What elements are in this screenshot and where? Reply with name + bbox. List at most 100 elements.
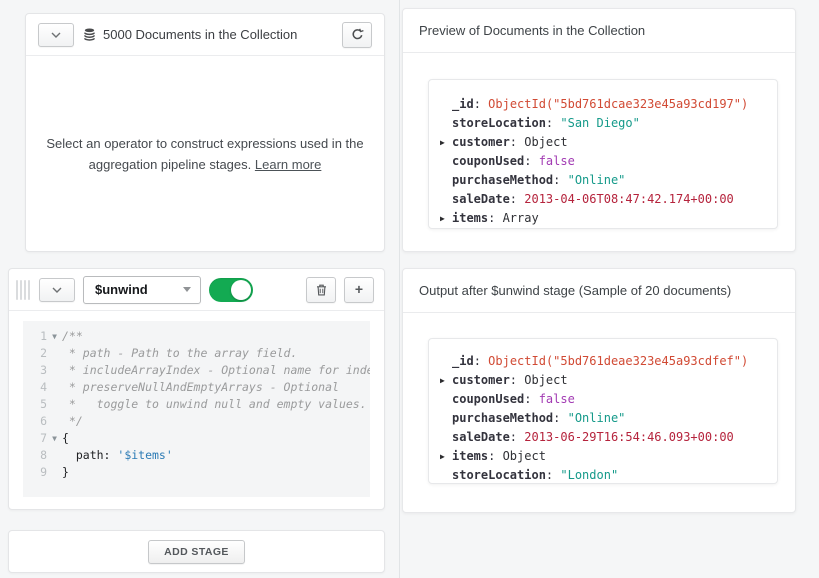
- stage-code-editor[interactable]: 1▼/**2 * path - Path to the array field.…: [23, 321, 370, 497]
- code-line: 9}: [23, 464, 370, 481]
- field-colon: :: [553, 409, 567, 428]
- preview-column: Preview of Documents in the Collection _…: [401, 0, 819, 578]
- code-segment: */: [62, 414, 83, 428]
- preview-panel: Preview of Documents in the Collection _…: [402, 8, 796, 252]
- document-field: ▶customer: Object: [438, 371, 769, 390]
- field-key: saleDate: [452, 190, 510, 209]
- document-field: storeLocation: "San Diego": [438, 114, 769, 133]
- code-text: {: [62, 430, 69, 447]
- source-collection-header: 5000 Documents in the Collection: [26, 14, 384, 56]
- output-panel-title: Output after $unwind stage (Sample of 20…: [403, 269, 795, 313]
- field-value: Object: [524, 371, 567, 390]
- field-value: "London": [560, 466, 618, 484]
- stage-operator-value: $unwind: [95, 282, 148, 297]
- drag-handle-icon[interactable]: [15, 278, 31, 302]
- document-field: couponUsed: false: [438, 390, 769, 409]
- caret-spacer: [438, 152, 452, 171]
- expand-caret-icon[interactable]: ▶: [438, 133, 452, 152]
- caret-spacer: [438, 428, 452, 447]
- field-value: Object: [524, 133, 567, 152]
- field-value: Object: [503, 447, 546, 466]
- field-colon: :: [488, 447, 502, 466]
- document-field: storeLocation: "London": [438, 466, 769, 484]
- delete-stage-button[interactable]: [306, 277, 336, 303]
- fold-caret-icon[interactable]: ▼: [47, 328, 62, 345]
- learn-more-link[interactable]: Learn more: [255, 157, 321, 172]
- field-colon: :: [524, 152, 538, 171]
- code-text: /**: [62, 328, 83, 345]
- code-text: */: [62, 413, 83, 430]
- stage-enabled-toggle[interactable]: [209, 278, 253, 302]
- code-segment: /**: [62, 329, 83, 343]
- code-text: * includeArrayIndex - Optional name for …: [62, 362, 370, 379]
- caret-down-icon: [183, 287, 191, 292]
- field-key: _id: [452, 95, 474, 114]
- fold-spacer: [47, 464, 62, 481]
- field-value: false: [539, 390, 575, 409]
- output-document: _id: ObjectId("5bd761deae323e45a93cdfef"…: [428, 338, 778, 484]
- field-value: ObjectId("5bd761deae323e45a93cdfef"): [488, 352, 748, 371]
- code-line: 7▼{: [23, 430, 370, 447]
- fold-caret-icon[interactable]: ▼: [47, 430, 62, 447]
- code-segment: }: [62, 465, 69, 479]
- add-stage-card: ADD STAGE: [8, 530, 385, 573]
- stage-collapse-button[interactable]: [39, 278, 75, 302]
- field-key: storeLocation: [452, 114, 546, 133]
- field-value: Array: [503, 209, 539, 228]
- caret-spacer: [438, 352, 452, 371]
- document-field: saleDate: 2013-06-29T16:54:46.093+00:00: [438, 428, 769, 447]
- code-text: path: '$items': [62, 447, 173, 464]
- code-segment: {: [62, 431, 69, 445]
- code-line: 6 */: [23, 413, 370, 430]
- field-colon: :: [510, 133, 524, 152]
- fold-spacer: [47, 447, 62, 464]
- line-number: 1: [23, 328, 47, 345]
- chevron-down-icon: [52, 287, 62, 293]
- field-key: couponUsed: [452, 390, 524, 409]
- code-text: * path - Path to the array field.: [62, 345, 297, 362]
- code-text: }: [62, 464, 69, 481]
- source-collection-body: Select an operator to construct expressi…: [26, 57, 384, 251]
- expand-caret-icon[interactable]: ▶: [438, 371, 452, 390]
- document-field: _id: ObjectId("5bd761dcae323e45a93cd197"…: [438, 95, 769, 114]
- caret-spacer: [438, 114, 452, 133]
- document-field: couponUsed: false: [438, 152, 769, 171]
- add-stage-button[interactable]: ADD STAGE: [148, 540, 245, 564]
- caret-spacer: [438, 466, 452, 484]
- field-key: couponUsed: [452, 152, 524, 171]
- document-field: purchaseMethod: "Online": [438, 171, 769, 190]
- refresh-icon: [351, 28, 364, 41]
- chevron-down-icon: [51, 32, 61, 38]
- stage-operator-select[interactable]: $unwind: [83, 276, 201, 304]
- document-field: _id: ObjectId("5bd761deae323e45a93cdfef"…: [438, 352, 769, 371]
- field-value: false: [539, 152, 575, 171]
- plus-icon: +: [355, 282, 363, 296]
- line-number: 5: [23, 396, 47, 413]
- fold-spacer: [47, 379, 62, 396]
- code-text: * toggle to unwind null and empty values…: [62, 396, 367, 413]
- field-value: "San Diego": [560, 114, 639, 133]
- field-key: purchaseMethod: [452, 171, 553, 190]
- field-value: "Online": [568, 409, 626, 428]
- code-segment: '$items': [117, 448, 172, 462]
- code-segment: * includeArrayIndex - Optional name for …: [62, 363, 370, 377]
- code-segment: * toggle to unwind null and empty values…: [62, 397, 367, 411]
- caret-spacer: [438, 409, 452, 428]
- line-number: 8: [23, 447, 47, 464]
- code-line: 1▼/**: [23, 328, 370, 345]
- code-segment: path:: [62, 448, 117, 462]
- expand-caret-icon[interactable]: ▶: [438, 447, 452, 466]
- field-value: ObjectId("5bd761dcae323e45a93cd197"): [488, 95, 748, 114]
- collapse-button[interactable]: [38, 23, 74, 47]
- field-colon: :: [510, 428, 524, 447]
- field-key: items: [452, 209, 488, 228]
- refresh-button[interactable]: [342, 22, 372, 48]
- document-field: ▶items: Array: [438, 209, 769, 228]
- field-colon: :: [488, 209, 502, 228]
- caret-spacer: [438, 171, 452, 190]
- preview-panel-title: Preview of Documents in the Collection: [403, 9, 795, 53]
- field-colon: :: [524, 390, 538, 409]
- expand-caret-icon[interactable]: ▶: [438, 209, 452, 228]
- add-stage-after-button[interactable]: +: [344, 277, 374, 303]
- code-line: 5 * toggle to unwind null and empty valu…: [23, 396, 370, 413]
